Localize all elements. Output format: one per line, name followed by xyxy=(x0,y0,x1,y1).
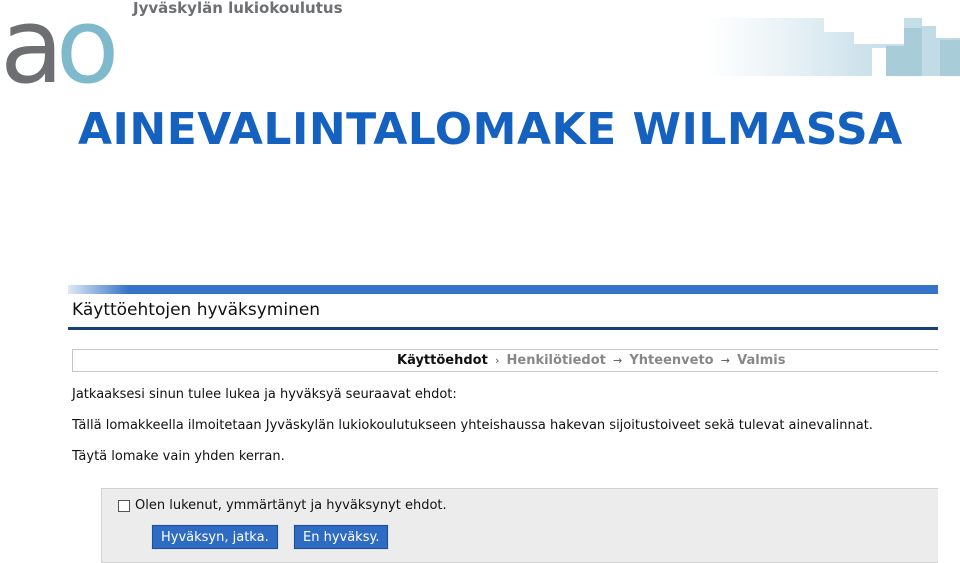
fill-once-note: Täytä lomake vain yhden kerran. xyxy=(72,449,285,464)
step-arrow-icon: → xyxy=(720,354,730,367)
accept-terms-label: Olen lukenut, ymmärtänyt ja hyväksynyt e… xyxy=(135,498,447,513)
page-heading: AINEVALINTALOMAKE WILMASSA xyxy=(78,104,903,155)
accept-terms-row[interactable]: Olen lukenut, ymmärtänyt ja hyväksynyt e… xyxy=(118,498,447,513)
accept-continue-button[interactable]: Hyväksyn, jatka. xyxy=(151,524,279,550)
steps: Käyttöehdot › Henkilötiedot → Yhteenveto… xyxy=(397,353,785,368)
wilma-top-bar-fade xyxy=(68,285,128,294)
decline-button[interactable]: En hyväksy. xyxy=(292,524,390,550)
step-separator-chevron: › xyxy=(494,354,500,367)
ao-logo: ao xyxy=(0,0,119,98)
step-summary: Yhteenveto xyxy=(629,353,714,368)
stairs-decoration xyxy=(704,18,960,76)
logo-letter-o: o xyxy=(55,0,120,107)
logo-letter-a: a xyxy=(0,0,64,107)
accept-terms-checkbox[interactable] xyxy=(118,499,130,512)
step-progress-bar: Käyttöehdot › Henkilötiedot → Yhteenveto… xyxy=(72,349,938,372)
step-arrow-icon: → xyxy=(613,354,623,367)
instruction-text: Jatkaaksesi sinun tulee lukea ja hyväksy… xyxy=(72,387,457,402)
title-divider xyxy=(68,327,938,330)
organization-name: Jyväskylän lukiokoulutus xyxy=(133,0,343,17)
wilma-form-window: Käyttöehtojen hyväksyminen Käyttöehdot ›… xyxy=(68,285,938,563)
form-description: Tällä lomakkeella ilmoitetaan Jyväskylän… xyxy=(72,418,873,433)
step-personal-info: Henkilötiedot xyxy=(506,353,606,368)
form-title: Käyttöehtojen hyväksyminen xyxy=(72,300,321,320)
step-active: Käyttöehdot xyxy=(397,353,488,368)
wilma-top-bar xyxy=(68,285,938,294)
step-done: Valmis xyxy=(737,353,786,368)
terms-acceptance-panel: Olen lukenut, ymmärtänyt ja hyväksynyt e… xyxy=(101,488,938,563)
